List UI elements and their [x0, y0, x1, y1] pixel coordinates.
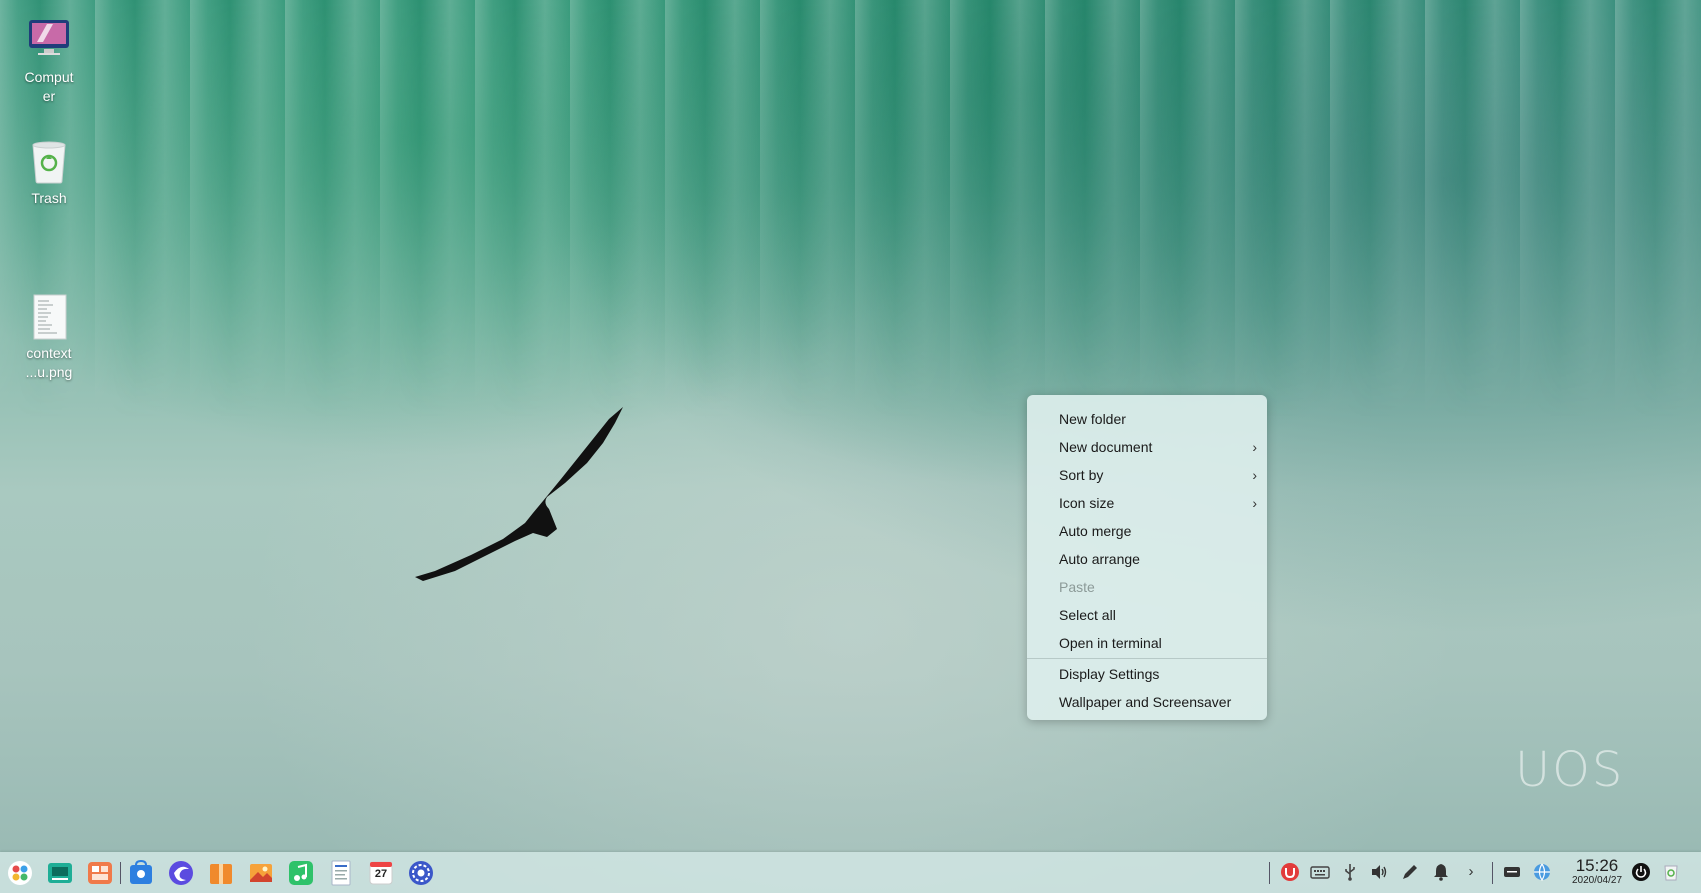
wallpaper — [0, 0, 1701, 420]
menu-item-display-settings[interactable]: Display Settings — [1027, 660, 1267, 688]
menu-item-label: Wallpaper and Screensaver — [1059, 694, 1232, 710]
desktop-icon-label: Computer — [24, 69, 74, 104]
menu-item-new-folder[interactable]: New folder — [1027, 405, 1267, 433]
dock-divider — [120, 862, 121, 884]
trash-icon[interactable] — [1661, 862, 1681, 882]
calendar-day: 27 — [374, 868, 388, 880]
launcher-icon[interactable] — [7, 860, 33, 886]
desktop-icon-image-file[interactable]: context ...u.png — [9, 256, 89, 401]
dock: 27 › 15:26 2020/04/27 — [0, 852, 1701, 893]
settings-icon[interactable] — [408, 860, 434, 886]
computer-icon — [27, 18, 71, 64]
menu-item-select-all[interactable]: Select all — [1027, 601, 1267, 629]
expand-icon[interactable]: › — [1461, 862, 1481, 882]
multitasking-icon[interactable] — [47, 860, 73, 886]
volume-icon[interactable] — [1369, 862, 1389, 882]
image-file-icon — [27, 275, 71, 340]
menu-item-label: Select all — [1059, 607, 1116, 623]
menu-item-label: New folder — [1059, 411, 1126, 427]
menu-item-new-document[interactable]: New document › — [1027, 433, 1267, 461]
uos-watermark: UOS — [1515, 742, 1625, 798]
menu-separator — [1027, 658, 1267, 659]
desktop-icon-label: context ...u.png — [25, 345, 73, 380]
menu-item-label: Auto arrange — [1059, 551, 1140, 567]
keyboard-layout-icon[interactable] — [1502, 862, 1522, 882]
menu-item-auto-merge[interactable]: Auto merge — [1027, 517, 1267, 545]
menu-item-label: Sort by — [1059, 467, 1104, 483]
menu-item-label: Icon size — [1059, 495, 1115, 511]
image-viewer-icon[interactable] — [248, 860, 274, 886]
archive-manager-icon[interactable] — [208, 860, 234, 886]
menu-item-label: Open in terminal — [1059, 635, 1162, 651]
menu-item-sort-by[interactable]: Sort by › — [1027, 461, 1267, 489]
menu-item-label: Paste — [1059, 579, 1095, 595]
browser-icon[interactable] — [168, 860, 194, 886]
notification-icon[interactable] — [1431, 862, 1451, 882]
music-icon[interactable] — [288, 860, 314, 886]
trash-icon — [27, 139, 71, 185]
menu-item-paste: Paste — [1027, 573, 1267, 601]
network-icon[interactable] — [1532, 862, 1552, 882]
dock-divider — [1492, 862, 1493, 884]
menu-item-icon-size[interactable]: Icon size › — [1027, 489, 1267, 517]
menu-item-label: New document — [1059, 439, 1153, 455]
draw-pen-icon[interactable] — [1400, 862, 1420, 882]
clock[interactable]: 15:26 2020/04/27 — [1564, 857, 1630, 887]
document-viewer-icon[interactable] — [328, 860, 354, 886]
dock-divider — [1269, 862, 1270, 884]
menu-item-auto-arrange[interactable]: Auto arrange — [1027, 545, 1267, 573]
menu-item-wallpaper-and-screensaver[interactable]: Wallpaper and Screensaver — [1027, 688, 1267, 716]
power-icon[interactable] — [1631, 862, 1651, 882]
bird-silhouette — [415, 407, 623, 581]
clock-time: 15:26 — [1575, 856, 1619, 875]
clock-date: 2020/04/27 — [1571, 875, 1623, 886]
menu-item-label: Auto merge — [1059, 523, 1132, 539]
calendar-icon[interactable]: 27 — [368, 860, 394, 886]
chevron-right-icon: › — [1252, 467, 1257, 483]
workspace-icon[interactable] — [87, 860, 113, 886]
security-icon[interactable] — [1280, 862, 1300, 882]
keyboard-icon[interactable] — [1310, 862, 1330, 882]
desktop-icon-trash[interactable]: Trash — [9, 139, 89, 208]
chevron-right-icon: › — [1252, 439, 1257, 455]
app-store-icon[interactable] — [128, 859, 154, 886]
desktop-context-menu: New folder New document › Sort by › Icon s… — [1027, 395, 1267, 720]
desktop-icon-label: Trash — [31, 190, 67, 206]
usb-icon[interactable] — [1340, 862, 1360, 882]
menu-item-open-in-terminal[interactable]: Open in terminal — [1027, 629, 1267, 657]
chevron-right-icon: › — [1252, 495, 1257, 511]
desktop-icon-computer[interactable]: Computer — [9, 18, 89, 106]
menu-item-label: Display Settings — [1059, 666, 1160, 682]
